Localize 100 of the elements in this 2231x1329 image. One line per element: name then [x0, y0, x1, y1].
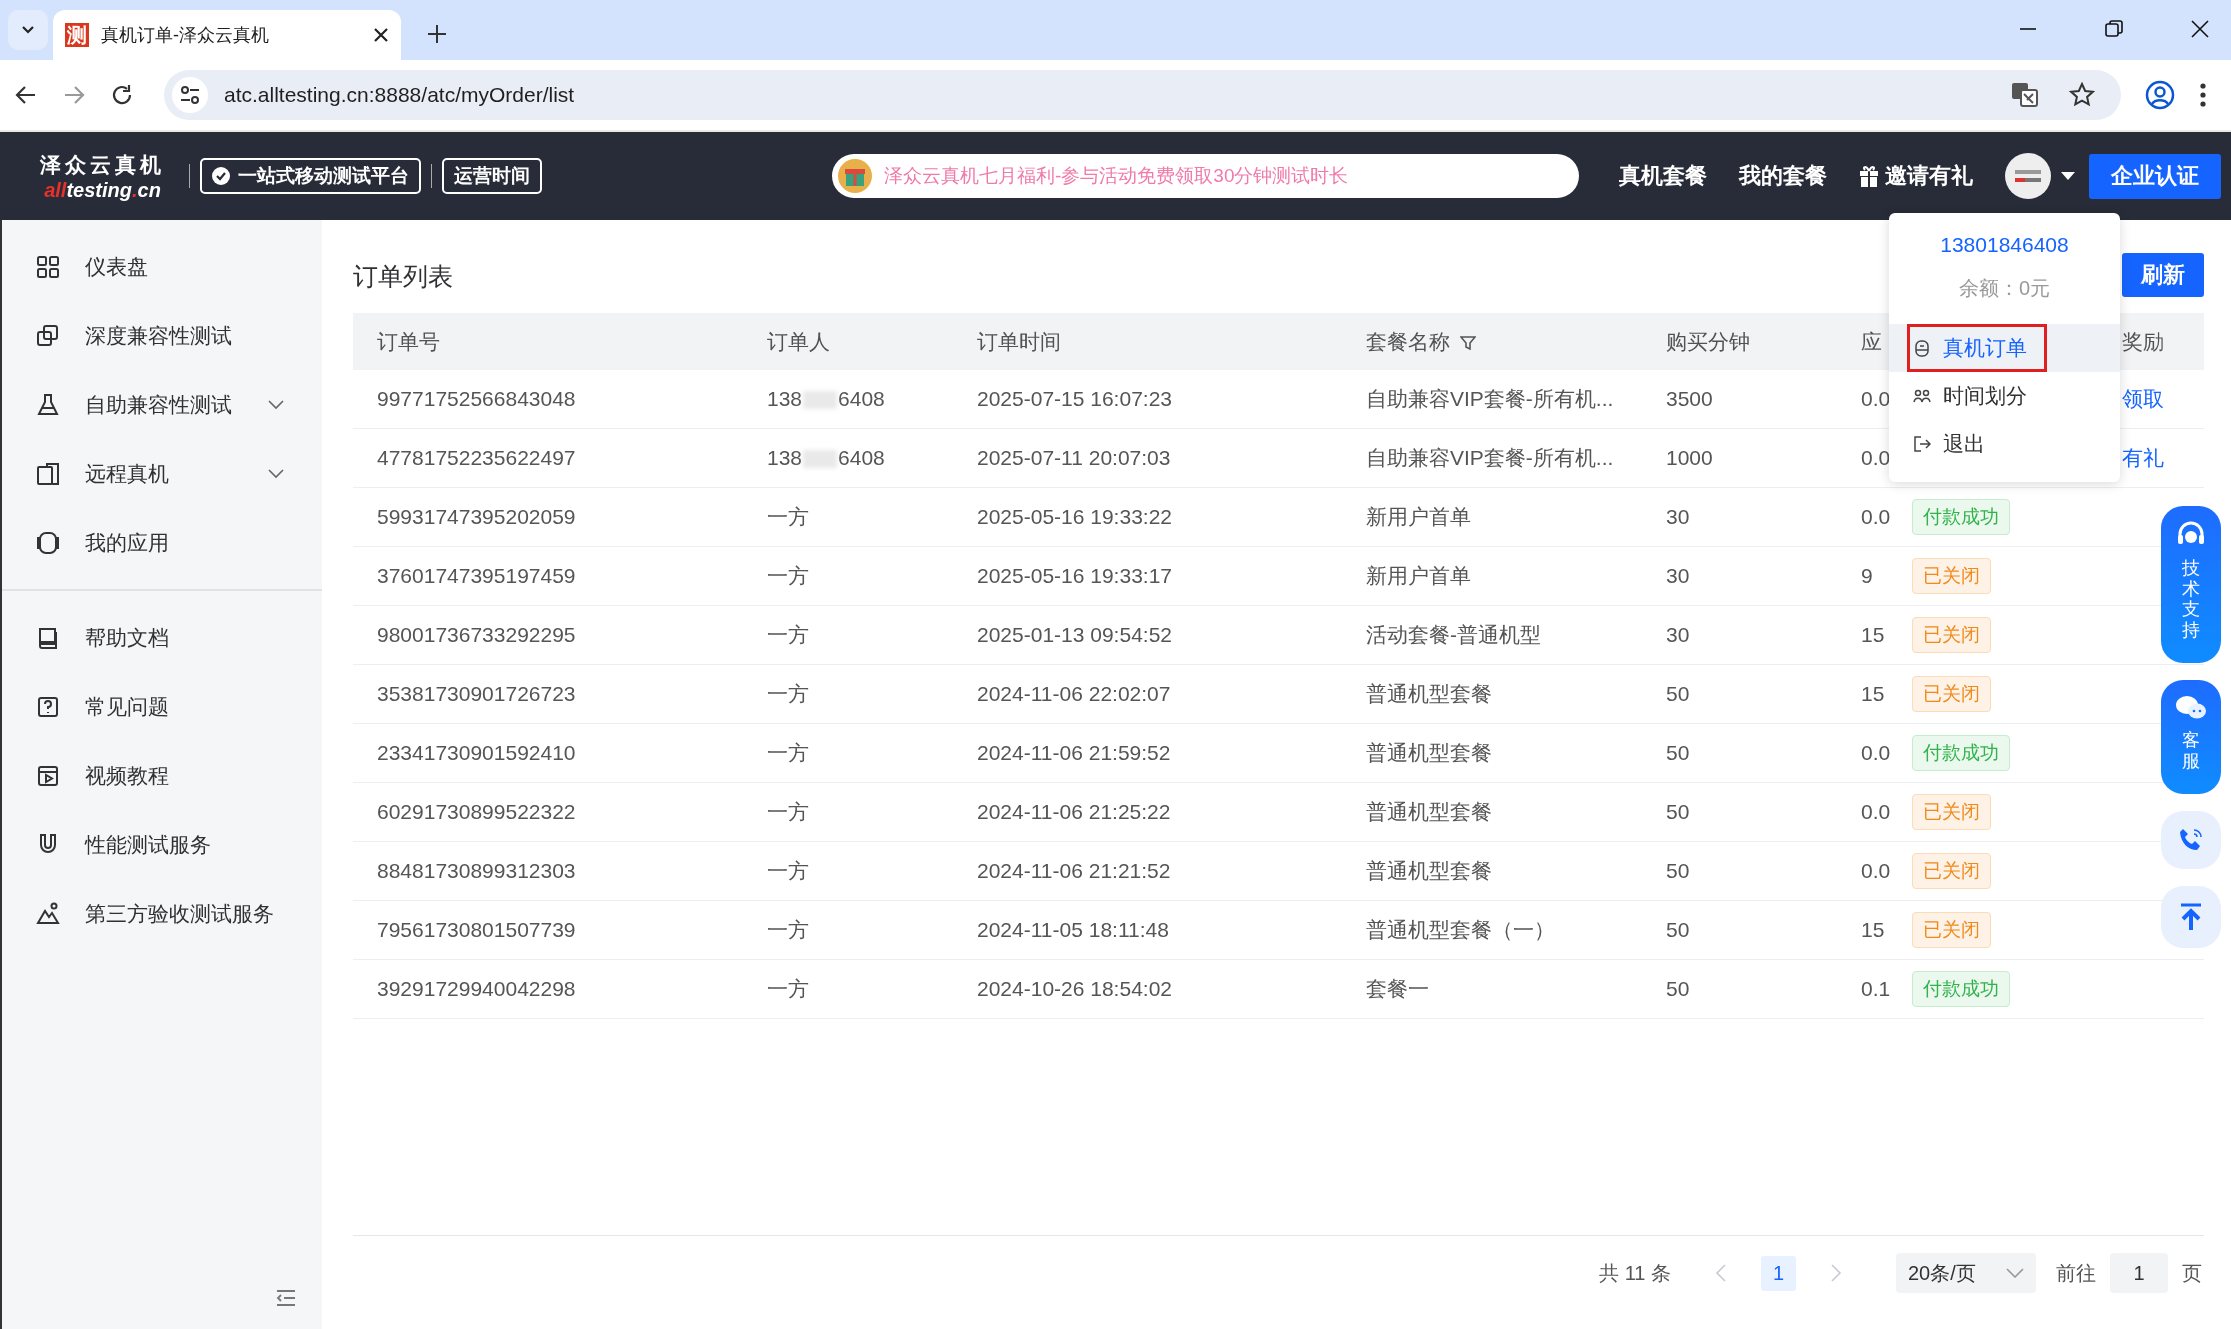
table-cell: 一方 — [767, 977, 809, 1000]
table-cell: 一方 — [767, 564, 809, 587]
sidebar-item[interactable]: 仪表盘 — [2, 232, 322, 301]
table-cell: 2024-10-26 18:54:02 — [977, 977, 1172, 1000]
collapse-menu-icon[interactable] — [276, 1289, 296, 1307]
status-tag: 付款成功 — [1912, 499, 2010, 535]
goto-label: 前往 — [2056, 1260, 2096, 1286]
restore-icon[interactable] — [2105, 20, 2123, 38]
platform-badge: 一站式移动测试平台 — [200, 158, 421, 194]
table-cell: 2024-11-06 21:25:22 — [977, 800, 1171, 823]
table-cell: 47781752235622497 — [377, 446, 576, 469]
device-icon — [36, 461, 60, 486]
user-card-icon — [1913, 339, 1931, 357]
table-cell: 60291730899522322 — [377, 800, 576, 823]
status-tag: 已关闭 — [1912, 558, 1991, 594]
table-cell: 1000 — [1666, 446, 1713, 469]
announcement-text: 泽众云真机七月福利-参与活动免费领取30分钟测试时长 — [884, 164, 1349, 188]
page-input[interactable]: 1 — [2110, 1253, 2168, 1293]
reload-icon[interactable] — [110, 83, 134, 107]
table-cell: 0.0 — [1861, 387, 1891, 410]
table-cell: 新用户首单 — [1366, 564, 1471, 587]
table-cell: 2024-11-06 21:59:52 — [977, 741, 1171, 764]
menu-item[interactable]: 真机订单 — [1889, 324, 2120, 372]
table-cell: 50 — [1666, 682, 1690, 705]
menu-item[interactable]: 退出 — [1889, 420, 2120, 468]
browser-tab[interactable]: 测 真机订单-泽众云真机 — [53, 10, 401, 60]
close-icon[interactable] — [2191, 20, 2209, 38]
table-cell: 新用户首单 — [1366, 505, 1471, 528]
back-to-top-button[interactable] — [2161, 886, 2221, 948]
table-cell: 30 — [1666, 505, 1690, 528]
sidebar-item[interactable]: 常见问题 — [2, 672, 322, 741]
people-icon — [1913, 387, 1931, 405]
url-text: atc.alltesting.cn:8888/atc/myOrder/list — [224, 83, 576, 107]
sidebar-item[interactable]: 视频教程 — [2, 741, 322, 810]
column-header: 订单时间 — [977, 329, 1061, 353]
certify-button[interactable]: 企业认证 — [2089, 153, 2221, 199]
phone-button[interactable] — [2161, 811, 2221, 869]
nav-link[interactable]: 我的套餐 — [1739, 161, 1827, 191]
table-cell: 50 — [1666, 977, 1690, 1000]
menu-item[interactable]: 时间划分 — [1889, 372, 2120, 420]
nav-link[interactable]: 真机套餐 — [1619, 161, 1707, 191]
sidebar-item[interactable]: 性能测试服务 — [2, 810, 322, 879]
table-cell: 0.0 — [1861, 859, 1891, 882]
sidebar-item[interactable]: 我的应用 — [2, 508, 322, 577]
phone-number: 6408 — [838, 446, 885, 469]
reward-link[interactable]: 有礼 — [2122, 446, 2164, 469]
table-cell: 普通机型套餐 — [1366, 800, 1492, 823]
avatar-icon[interactable] — [2005, 153, 2051, 199]
app-icon — [36, 530, 60, 555]
gift-icon — [838, 159, 872, 193]
reward-link[interactable]: 领取 — [2122, 387, 2164, 410]
table-cell: 0.0 — [1861, 446, 1891, 469]
platform-badge: 运营时间 — [442, 158, 542, 194]
table-cell: 50 — [1666, 859, 1690, 882]
column-header: 套餐名称 — [1366, 329, 1450, 353]
address-bar[interactable]: atc.alltesting.cn:8888/atc/myOrder/list — [164, 70, 2121, 120]
sidebar-item[interactable]: 自助兼容性测试 — [2, 370, 322, 439]
filter-icon[interactable] — [1459, 334, 1476, 351]
table-cell: 普通机型套餐（一） — [1366, 918, 1555, 941]
column-header: 购买分钟 — [1666, 329, 1750, 353]
status-tag: 已关闭 — [1912, 676, 1991, 712]
site-settings-icon[interactable] — [179, 84, 201, 106]
table-cell: 一方 — [767, 623, 809, 646]
table-cell: 15 — [1861, 682, 1885, 705]
translate-icon[interactable] — [2011, 81, 2039, 109]
table-cell: 98001736733292295 — [377, 623, 576, 646]
table-cell: 2025-01-13 09:54:52 — [977, 623, 1172, 646]
nav-link[interactable]: 邀请有礼 — [1885, 161, 1973, 191]
sidebar-item[interactable]: 第三方验收测试服务 — [2, 879, 322, 948]
sidebar-item[interactable]: 帮助文档 — [2, 603, 322, 672]
service-button[interactable]: 客服 — [2161, 680, 2221, 794]
dashboard-icon — [36, 254, 60, 279]
gift-icon[interactable] — [1859, 165, 1879, 187]
new-tab-icon[interactable] — [427, 24, 447, 44]
table-cell: 59931747395202059 — [377, 505, 576, 528]
phone-number: 138 — [767, 387, 803, 410]
page-size-select[interactable]: 20条/页 — [1896, 1253, 2036, 1293]
table-cell: 一方 — [767, 918, 809, 941]
status-tag: 付款成功 — [1912, 971, 2010, 1007]
table-cell: 普通机型套餐 — [1366, 682, 1492, 705]
support-button[interactable]: 技术支持 — [2161, 506, 2221, 663]
page-number[interactable]: 1 — [1761, 1255, 1796, 1291]
star-icon[interactable] — [2069, 82, 2095, 108]
table-cell: 0.1 — [1861, 977, 1891, 1000]
flask-icon — [36, 392, 60, 417]
profile-icon[interactable] — [2145, 80, 2175, 110]
column-header: 订单人 — [767, 329, 830, 353]
refresh-button[interactable]: 刷新 — [2122, 253, 2204, 297]
book-icon — [36, 625, 60, 650]
sidebar-item[interactable]: 深度兼容性测试 — [2, 301, 322, 370]
phone-number: 6408 — [838, 387, 885, 410]
table-cell: 2024-11-06 22:02:07 — [977, 682, 1171, 705]
table-cell: 2024-11-05 18:11:48 — [977, 918, 1169, 941]
caret-icon[interactable] — [2061, 171, 2075, 181]
logo-name: 泽众云真机 — [40, 151, 165, 178]
table-cell: 3500 — [1666, 387, 1713, 410]
close-icon[interactable] — [373, 27, 389, 43]
mountain-icon — [36, 901, 60, 926]
more-icon[interactable] — [2199, 82, 2207, 108]
sidebar-item[interactable]: 远程真机 — [2, 439, 322, 508]
